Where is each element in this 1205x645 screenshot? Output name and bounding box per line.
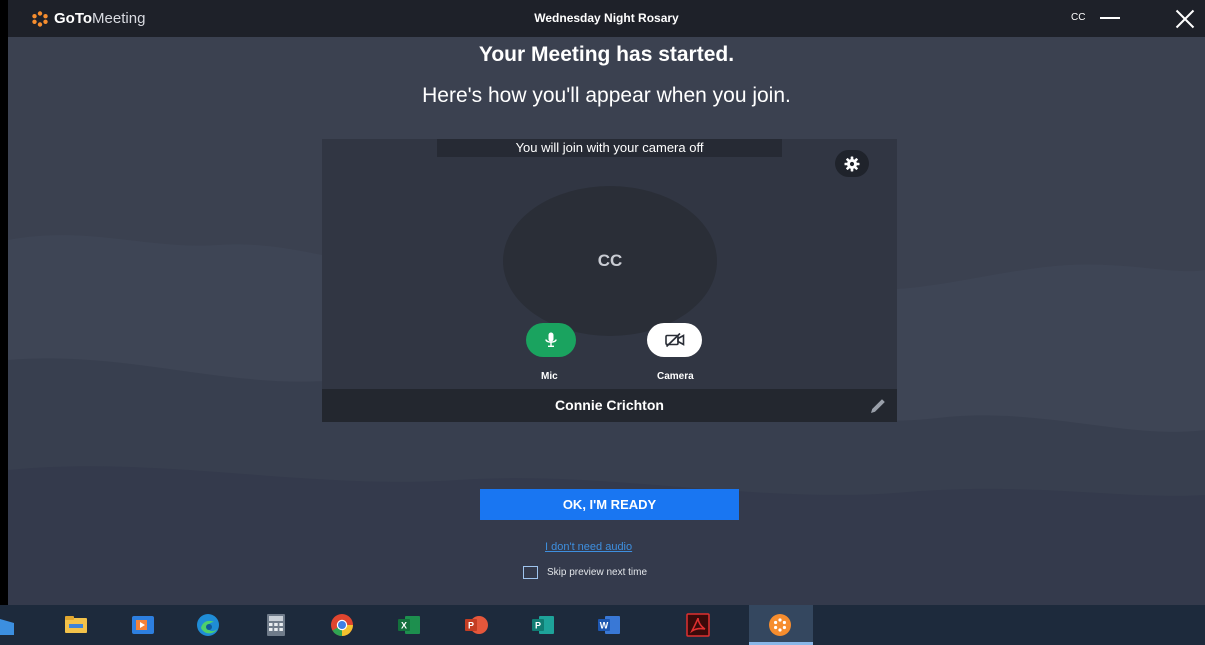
display-name-bar: Connie Crichton bbox=[322, 389, 897, 422]
publisher-icon[interactable]: P bbox=[531, 613, 555, 637]
svg-text:W: W bbox=[600, 621, 609, 631]
no-audio-link[interactable]: I don't need audio bbox=[545, 541, 632, 553]
camera-off-icon bbox=[664, 332, 684, 348]
pencil-icon bbox=[871, 399, 885, 413]
skip-preview-label: Skip preview next time bbox=[547, 567, 648, 578]
skip-preview-checkbox[interactable] bbox=[523, 566, 538, 579]
word-icon[interactable]: W bbox=[597, 613, 621, 637]
media-player-icon[interactable] bbox=[131, 613, 155, 637]
avatar: CC bbox=[503, 186, 717, 336]
window-title: Wednesday Night Rosary bbox=[534, 11, 679, 25]
camera-label: Camera bbox=[657, 371, 694, 382]
title-bar: GoToMeeting Wednesday Night Rosary CC bbox=[8, 0, 1205, 37]
minimize-button[interactable] bbox=[1100, 17, 1120, 19]
gotomeeting-icon[interactable] bbox=[768, 613, 792, 637]
camera-status-banner: You will join with your camera off bbox=[437, 139, 782, 157]
video-preview-panel: You will join with your camera off CC Mi… bbox=[322, 139, 897, 389]
settings-button[interactable] bbox=[835, 150, 869, 177]
gear-icon bbox=[844, 156, 860, 171]
svg-text:X: X bbox=[401, 621, 407, 631]
page-subtitle: Here's how you'll appear when you join. bbox=[422, 84, 791, 107]
user-initials-button[interactable]: CC bbox=[1071, 12, 1085, 23]
close-button[interactable] bbox=[1174, 8, 1196, 30]
excel-icon[interactable]: X bbox=[397, 613, 421, 637]
svg-text:P: P bbox=[468, 621, 474, 631]
camera-toggle-button[interactable] bbox=[647, 323, 702, 357]
mic-toggle-button[interactable] bbox=[526, 323, 576, 357]
chrome-icon[interactable] bbox=[330, 613, 354, 637]
powerpoint-icon[interactable]: P bbox=[464, 613, 488, 637]
mic-label: Mic bbox=[541, 371, 558, 382]
edge-icon[interactable] bbox=[196, 613, 220, 637]
microphone-icon bbox=[545, 332, 557, 347]
display-name: Connie Crichton bbox=[555, 397, 664, 413]
ready-button[interactable]: OK, I'M READY bbox=[480, 489, 739, 520]
acrobat-icon[interactable] bbox=[686, 613, 710, 637]
page-title: Your Meeting has started. bbox=[478, 43, 735, 66]
taskbar: X P P W bbox=[0, 605, 1205, 645]
skip-preview-row[interactable]: Skip preview next time bbox=[523, 566, 647, 579]
svg-text:P: P bbox=[535, 621, 541, 631]
gotomeeting-window: GoToMeeting Wednesday Night Rosary CC Yo… bbox=[8, 0, 1205, 605]
calculator-icon[interactable] bbox=[264, 613, 288, 637]
file-explorer-icon[interactable] bbox=[64, 613, 88, 637]
partial-app-icon[interactable] bbox=[0, 613, 24, 637]
edit-name-button[interactable] bbox=[869, 397, 887, 420]
